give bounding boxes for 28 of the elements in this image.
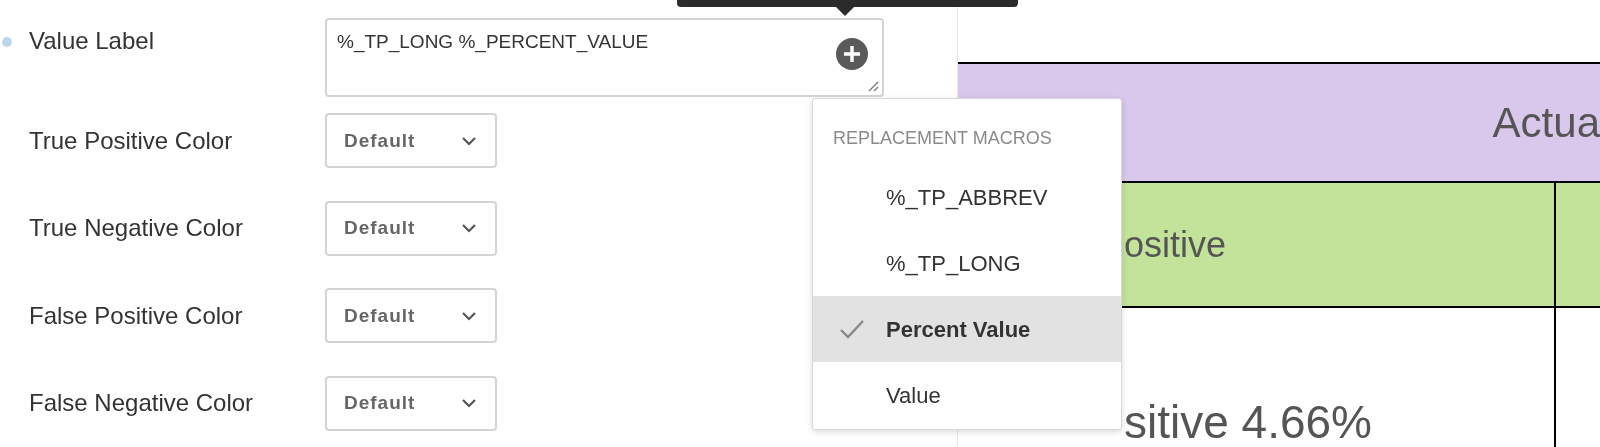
tooltip-arrow-icon <box>835 6 855 16</box>
chevron-down-icon <box>461 223 477 234</box>
chevron-down-icon <box>461 310 477 321</box>
header-text: Actua <box>1492 98 1600 148</box>
macro-menu-item[interactable]: Value <box>813 362 1121 428</box>
subheader-text: ositive <box>1124 222 1227 267</box>
resize-handle-icon[interactable] <box>867 80 879 92</box>
field-label: Value Label <box>29 26 155 56</box>
value-label-textarea[interactable]: %_TP_LONG %_PERCENT_VALUE <box>325 18 884 97</box>
checkmark-icon <box>838 319 865 339</box>
textarea-value: %_TP_LONG %_PERCENT_VALUE <box>337 30 649 55</box>
field-label: False Negative Color <box>29 388 255 419</box>
field-label: False Positive Color <box>29 300 244 331</box>
chevron-down-icon <box>461 135 477 146</box>
macro-menu-item[interactable]: Percent Value <box>813 296 1121 362</box>
macro-menu-item[interactable]: %_TP_ABBREV <box>813 164 1121 230</box>
menu-heading: REPLACEMENT MACROS <box>833 127 1053 150</box>
field-label: True Negative Color <box>29 213 244 244</box>
bullet-icon <box>2 37 12 47</box>
color-select[interactable]: Default <box>325 375 497 431</box>
field-label: True Positive Color <box>29 125 234 156</box>
add-icon[interactable] <box>836 38 868 70</box>
macro-menu-item[interactable]: %_TP_LONG <box>813 230 1121 296</box>
color-select[interactable]: Default <box>325 288 497 344</box>
table-cell: sitive 4.66% <box>1124 399 1372 445</box>
color-select[interactable]: Default <box>325 200 497 256</box>
color-select[interactable]: Default <box>325 113 497 169</box>
chevron-down-icon <box>461 398 477 409</box>
